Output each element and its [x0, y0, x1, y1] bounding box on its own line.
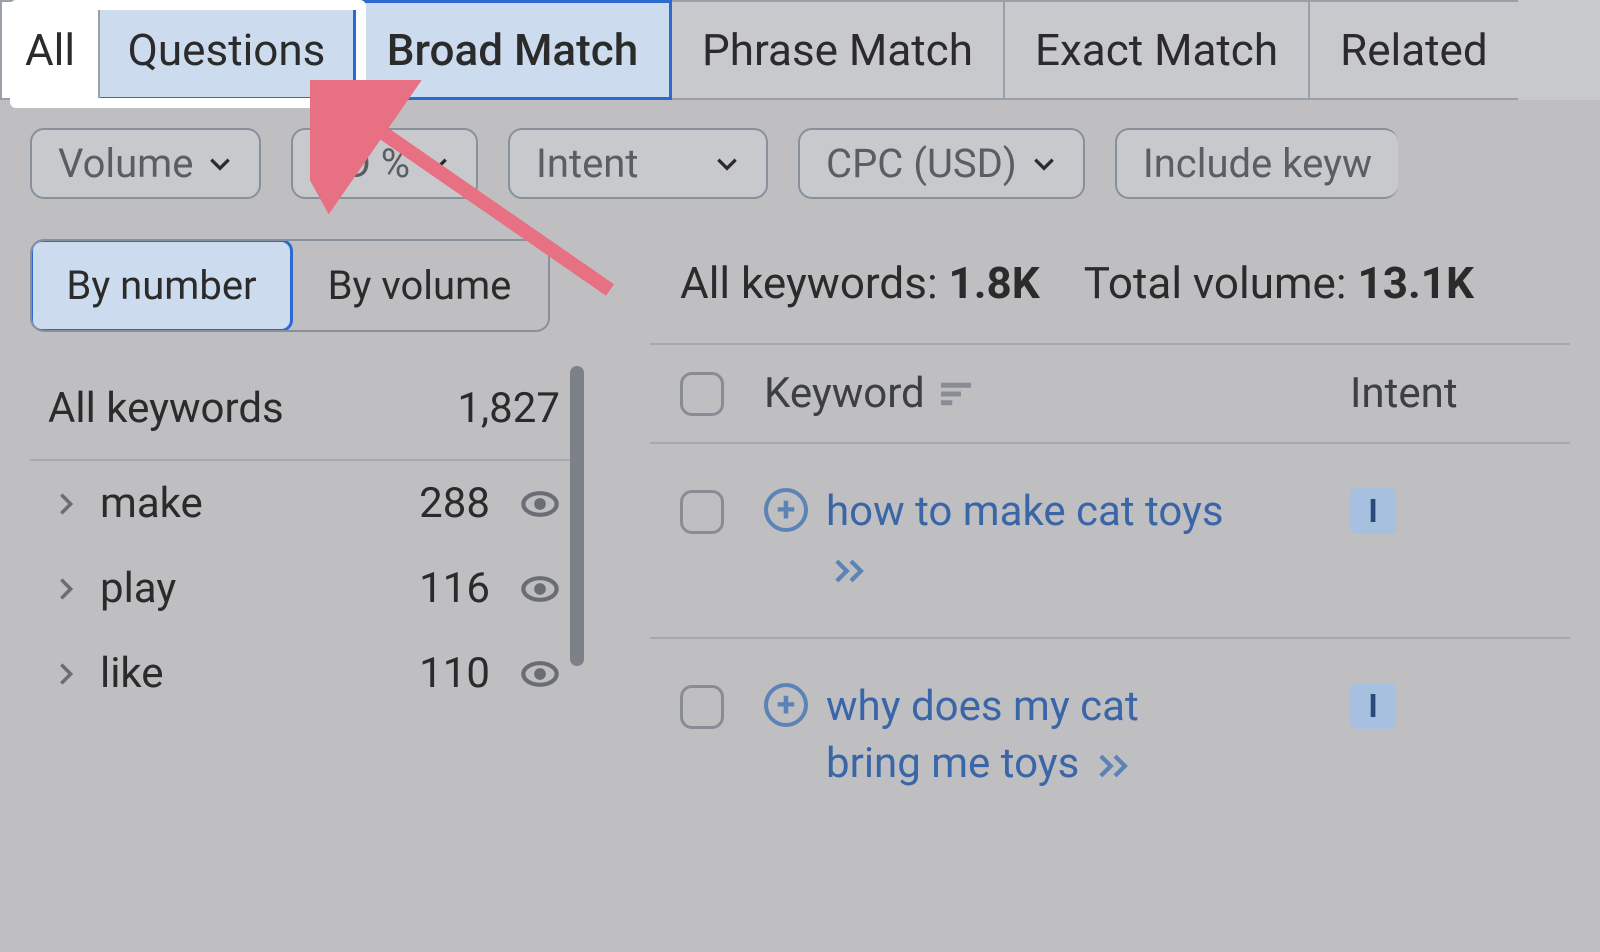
group-all-count: 1,827	[457, 384, 560, 433]
column-keyword[interactable]: Keyword	[764, 369, 1310, 418]
keyword-text: why does my cat bring me toys	[826, 682, 1139, 788]
group-item-count: 116	[419, 564, 490, 613]
tab-exact-match[interactable]: Exact Match	[1005, 0, 1310, 100]
filter-intent[interactable]: Intent	[508, 128, 768, 199]
group-item-count: 110	[419, 649, 490, 698]
add-to-list-icon[interactable]: +	[764, 683, 808, 727]
group-item[interactable]: like 110	[30, 631, 570, 716]
summary-all-label: All keywords:	[680, 257, 938, 309]
open-link-icon	[834, 558, 868, 584]
group-item-label: like	[100, 649, 164, 698]
eye-icon[interactable]	[520, 569, 560, 609]
filter-intent-label: Intent	[536, 140, 638, 187]
keyword-link[interactable]: why does my cat bring me toys	[826, 679, 1226, 792]
tab-related[interactable]: Related	[1310, 0, 1518, 100]
filter-include-keywords[interactable]: Include keyw	[1115, 128, 1398, 199]
summary-all-keywords: All keywords: 1.8K	[680, 257, 1040, 309]
keyword-table-panel: All keywords: 1.8K Total volume: 13.1K K…	[650, 239, 1570, 833]
sort-icon	[941, 382, 971, 406]
chevron-right-icon	[52, 575, 80, 603]
eye-icon[interactable]	[520, 484, 560, 524]
table-row: + why does my cat bring me toys I	[650, 639, 1570, 832]
keyword-groups-sidebar: By number By volume All keywords 1,827 m…	[30, 239, 570, 833]
group-item-label: play	[100, 564, 176, 613]
summary-all-value: 1.8K	[949, 257, 1040, 309]
add-to-list-icon[interactable]: +	[764, 488, 808, 532]
sort-segment: By number By volume	[30, 239, 550, 332]
group-item-label: make	[100, 479, 203, 528]
summary-bar: All keywords: 1.8K Total volume: 13.1K	[650, 239, 1570, 343]
chevron-right-icon	[52, 660, 80, 688]
summary-total-volume: Total volume: 13.1K	[1084, 257, 1474, 309]
filter-volume-label: Volume	[58, 140, 193, 187]
group-all-label: All keywords	[48, 384, 284, 433]
segment-by-volume[interactable]: By volume	[291, 241, 548, 330]
filter-cpc[interactable]: CPC (USD)	[798, 128, 1085, 199]
chevron-down-icon	[1031, 151, 1057, 177]
row-checkbox[interactable]	[680, 685, 724, 729]
filter-cpc-label: CPC (USD)	[826, 140, 1017, 187]
segment-by-number[interactable]: By number	[30, 239, 293, 332]
column-intent[interactable]: Intent	[1350, 369, 1570, 418]
column-keyword-label: Keyword	[764, 369, 925, 418]
group-item[interactable]: make 288	[30, 461, 570, 546]
keyword-group-list: All keywords 1,827 make 288 play 116 lik…	[30, 366, 570, 716]
scrollbar[interactable]	[570, 366, 584, 666]
chevron-right-icon	[52, 490, 80, 518]
tab-broad-match[interactable]: Broad Match	[356, 0, 672, 100]
group-all-keywords[interactable]: All keywords 1,827	[30, 366, 570, 461]
filter-kd[interactable]: KD %	[291, 128, 478, 199]
eye-icon[interactable]	[520, 654, 560, 694]
tab-questions[interactable]: Questions	[100, 0, 356, 100]
tab-phrase-match[interactable]: Phrase Match	[672, 0, 1005, 100]
filter-bar: Volume KD % Intent CPC (USD) Include key…	[0, 100, 1600, 239]
intent-badge: I	[1350, 488, 1396, 534]
filter-volume[interactable]: Volume	[30, 128, 261, 199]
group-item-count: 288	[419, 479, 490, 528]
select-all-checkbox[interactable]	[680, 372, 724, 416]
group-item[interactable]: play 116	[30, 546, 570, 631]
filter-kd-label: KD %	[319, 140, 410, 187]
chevron-down-icon	[424, 151, 450, 177]
open-link-icon	[1098, 753, 1132, 779]
table-header: Keyword Intent	[650, 343, 1570, 444]
filter-include-label: Include keyw	[1143, 140, 1372, 187]
chevron-down-icon	[714, 151, 740, 177]
match-type-tabs: All Questions Broad Match Phrase Match E…	[0, 0, 1600, 100]
keyword-text: how to make cat toys	[826, 487, 1224, 536]
intent-badge: I	[1350, 683, 1396, 729]
keyword-link[interactable]: how to make cat toys	[826, 484, 1226, 597]
summary-total-label: Total volume:	[1084, 257, 1347, 309]
tab-all[interactable]: All	[0, 0, 100, 100]
chevron-down-icon	[207, 151, 233, 177]
table-row: + how to make cat toys I	[650, 444, 1570, 639]
row-checkbox[interactable]	[680, 490, 724, 534]
summary-total-value: 13.1K	[1357, 257, 1473, 309]
